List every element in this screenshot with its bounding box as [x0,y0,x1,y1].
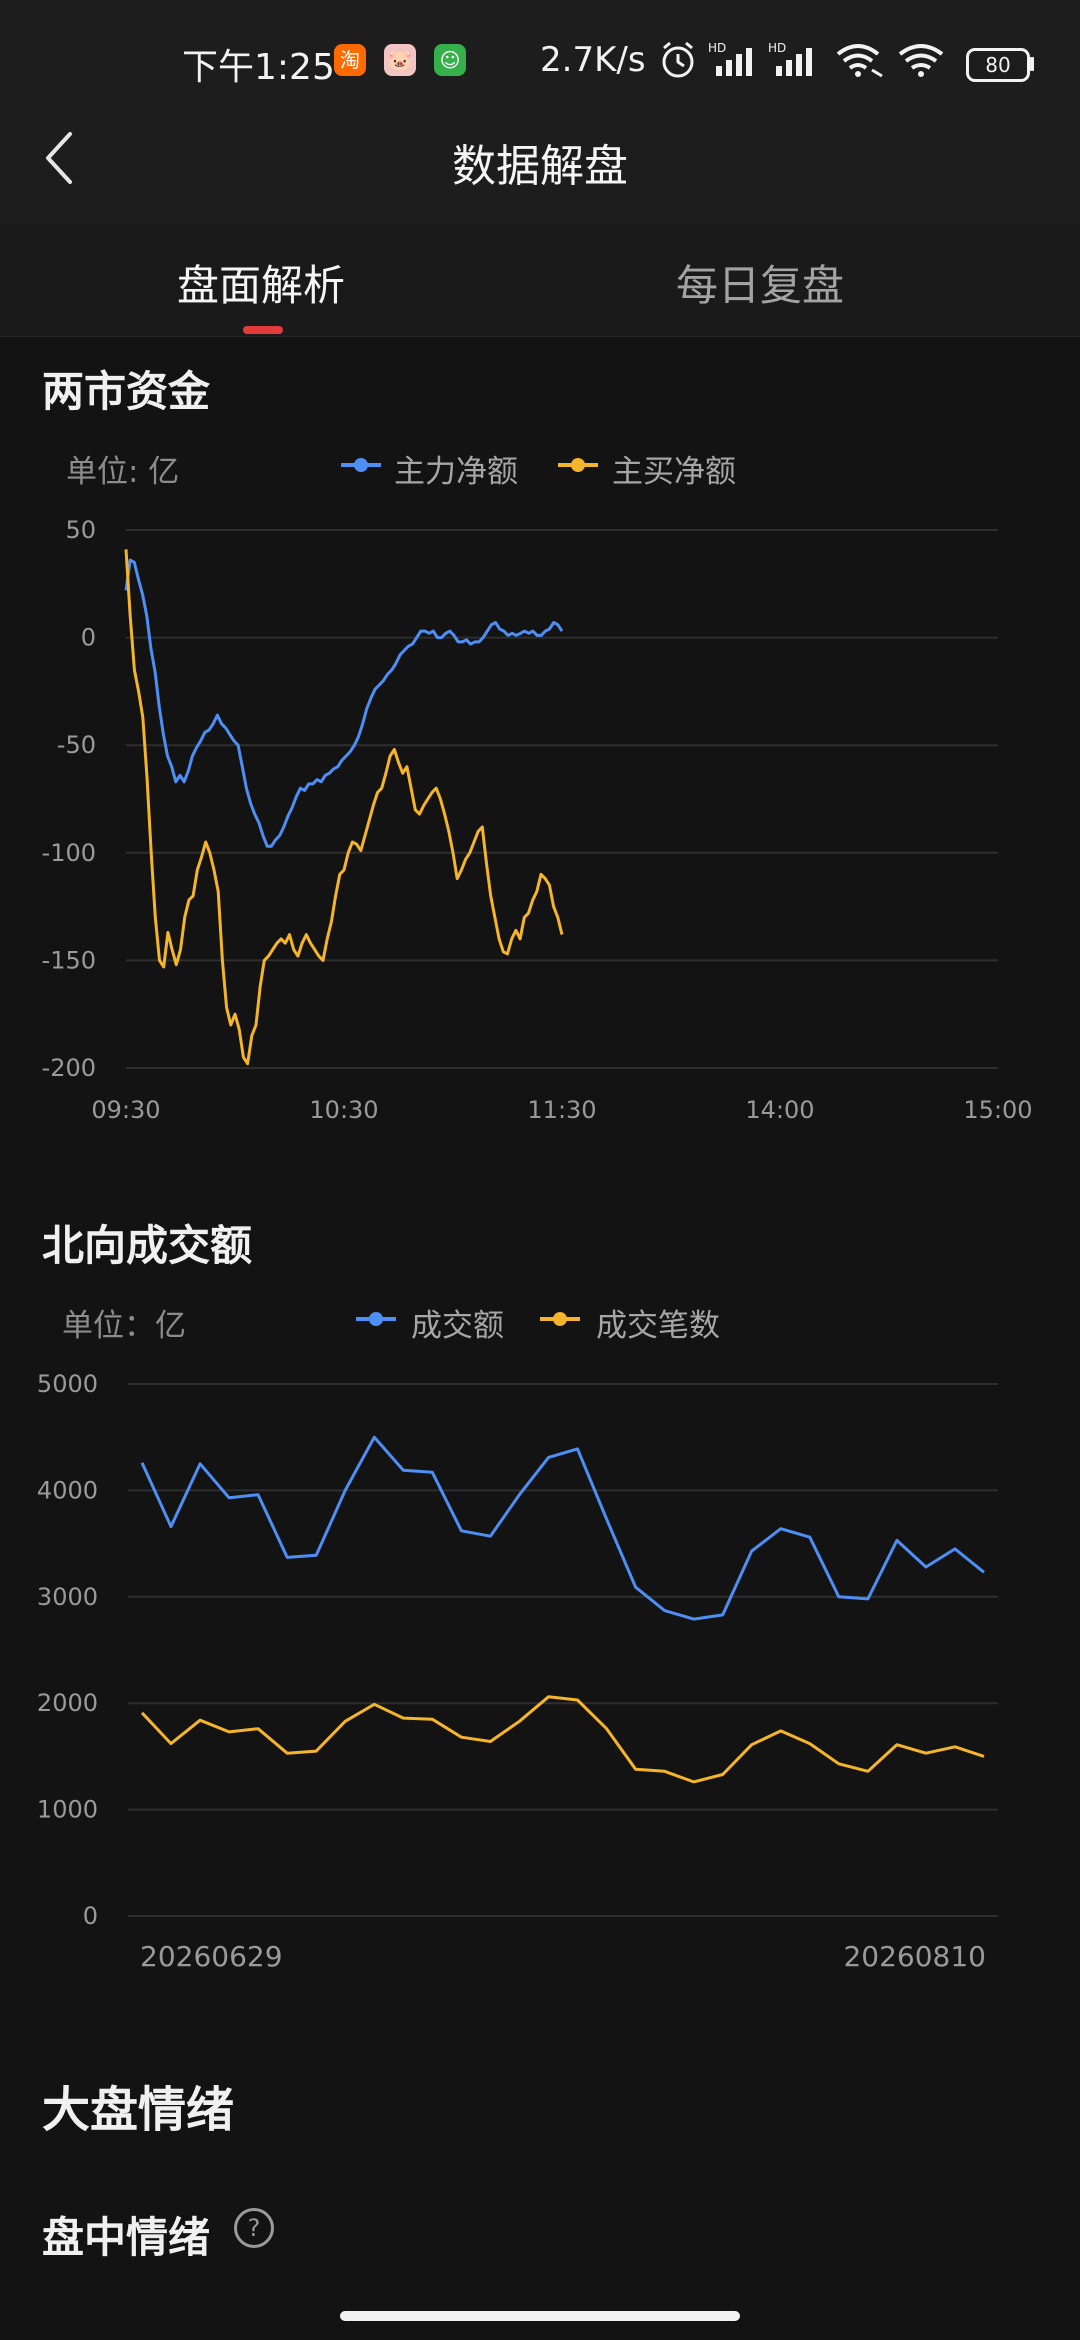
x-tick-label: 11:30 [527,1096,596,1124]
series-line [140,1435,985,1621]
wifi-icon [898,44,944,77]
x-tick-label-start: 20260629 [140,1940,283,1973]
y-tick-label: -150 [42,946,96,974]
y-tick-label: 5000 [37,1370,98,1398]
help-icon[interactable]: ? [234,2208,274,2248]
legend-main-net-dot [354,458,368,472]
battery-icon: 80 [966,48,1030,82]
pig-app-badge-icon: 🐷 [384,44,416,76]
unit-label-funds: 单位: 亿 [66,454,180,490]
y-tick-label: 50 [65,516,96,544]
y-tick-label: -200 [42,1054,96,1082]
y-tick-label: 0 [81,624,96,652]
x-tick-label-end: 20260810 [843,1940,986,1973]
legend-turnover[interactable]: 成交额 [411,1300,504,1345]
y-tick-label: -100 [42,839,96,867]
hd-label-2: HD [768,41,786,55]
y-tick-label: 1000 [37,1796,98,1824]
tab-market-analysis[interactable]: 盘面解析 [177,252,345,313]
legend-turnover-dot [369,1312,383,1326]
section-title-market-sentiment: 大盘情绪 [42,2082,235,2138]
y-tick-label: -50 [57,731,96,759]
status-time: 下午1:25 [182,47,335,88]
unit-label-northbound: 单位：亿 [62,1308,186,1344]
x-tick-label: 15:00 [963,1096,1032,1124]
home-indicator[interactable] [340,2311,740,2321]
page-title: 数据解盘 [452,141,628,192]
green-app-badge-icon: ☺ [434,44,466,76]
legend-main-buy[interactable]: 主买净额 [612,446,736,491]
series-line [124,558,564,848]
taobao-badge-icon: 淘 [334,44,366,76]
alarm-icon [662,41,694,78]
signal-hd-1-icon: HD [708,41,752,76]
section-title-market-funds: 两市资金 [42,367,211,416]
x-tick-label: 14:00 [745,1096,814,1124]
legend-trade-count-dot [553,1312,567,1326]
y-tick-label: 0 [83,1902,98,1930]
legend-main-buy-dot [571,458,585,472]
subsection-title-intraday-sentiment: 盘中情绪 [42,2213,211,2262]
section-title-northbound: 北向成交额 [42,1221,253,1270]
wifi-link-icon [836,44,883,78]
series-line [140,1695,985,1784]
y-tick-label: 4000 [37,1476,98,1504]
tab-daily-review[interactable]: 每日复盘 [676,252,844,313]
tab-bar [0,224,1080,337]
legend-main-net[interactable]: 主力净额 [394,446,518,491]
y-tick-label: 3000 [37,1583,98,1611]
legend-trade-count[interactable]: 成交笔数 [596,1300,720,1345]
battery-tip [1030,57,1034,71]
market-funds-chart: 50 0 -50 -100 -150 -200 09:30 10:30 11:30 14:00 15… [42,516,1033,1124]
x-tick-label: 09:30 [91,1096,160,1124]
signal-hd-2-icon: HD [768,41,812,76]
hd-label-1: HD [708,41,726,55]
northbound-chart: 5000 4000 3000 2000 1000 0 20260629 20260810 [37,1370,998,1973]
x-tick-label: 10:30 [309,1096,378,1124]
y-tick-label: 2000 [37,1689,98,1717]
active-tab-indicator [243,326,283,334]
network-speed: 2.7K/s [540,40,646,80]
